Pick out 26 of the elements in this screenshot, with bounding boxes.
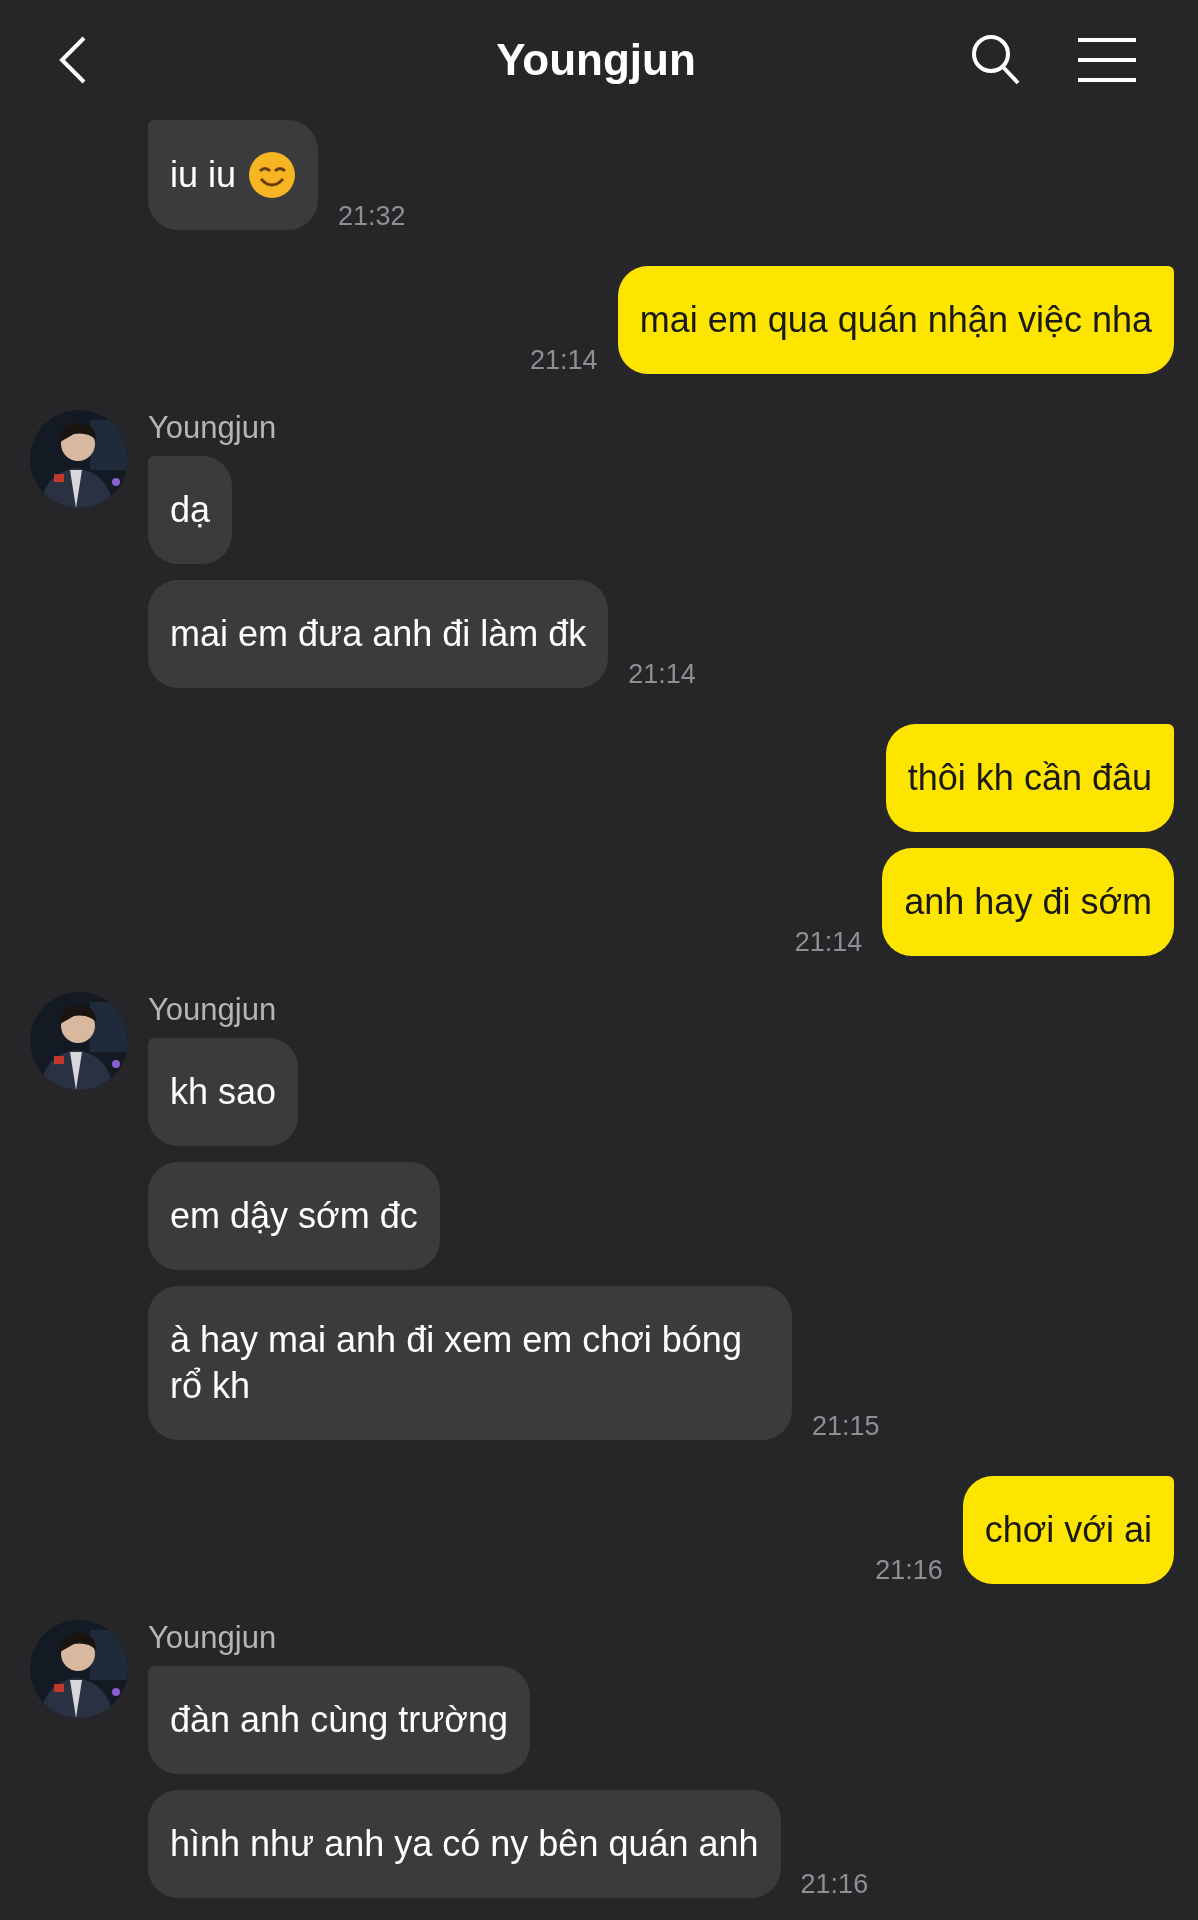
message-time: 21:16	[800, 1869, 869, 1900]
message-text: mai em đưa anh đi làm đk	[170, 612, 587, 656]
message-text: hình như anh ya có ny bên quán anh	[170, 1822, 759, 1866]
message-text: anh hay đi sớm	[904, 880, 1152, 924]
message-time: 21:14	[794, 927, 863, 958]
message-text: em dậy sớm đc	[170, 1194, 418, 1238]
smiley-icon	[248, 151, 297, 199]
search-icon[interactable]	[970, 33, 1022, 87]
message-time: 21:16	[875, 1555, 943, 1586]
message-text: iu iu	[170, 153, 237, 197]
message-time: 21:15	[812, 1411, 880, 1442]
sender-name: Youngjun	[148, 1620, 277, 1656]
message-text: đàn anh cùng trường	[170, 1698, 508, 1742]
message-time: 21:14	[628, 659, 696, 690]
message-text: dạ	[170, 488, 211, 532]
message-text: chơi với ai	[984, 1508, 1152, 1552]
chat-title: Youngjun	[496, 35, 696, 85]
sender-name: Youngjun	[148, 410, 277, 446]
message-text: à hay mai anh đi xem em chơi bóng rổ kh	[170, 1318, 743, 1408]
message-text: kh sao	[170, 1070, 277, 1114]
message-time: 21:32	[338, 201, 406, 232]
message-text: thôi kh cần đâu	[907, 756, 1152, 800]
menu-icon[interactable]	[1078, 37, 1136, 83]
message-text: mai em qua quán nhận việc nha	[639, 298, 1152, 342]
sender-name: Youngjun	[148, 992, 277, 1028]
message-time: 21:14	[530, 345, 598, 376]
